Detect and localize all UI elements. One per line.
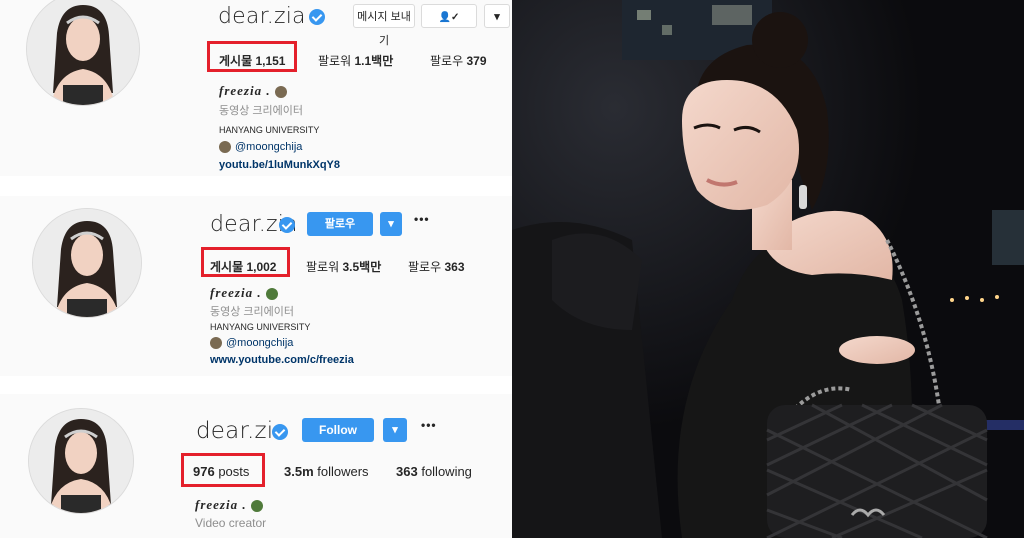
bio-role: Video creator [195,516,267,530]
profile-avatar[interactable] [32,208,142,318]
follow-button[interactable]: 팔로우 [307,212,373,236]
profile-panel-2: dear.zia 팔로우 ▾ ••• 게시물 1,002 팔로워 3.5백만 팔… [0,196,512,376]
message-button[interactable]: 메시지 보내기 [353,4,415,47]
portrait-photo [512,0,1024,538]
verified-badge-icon [272,424,288,440]
character-emoji-icon [250,500,263,513]
followers-count[interactable]: 팔로워 3.5백만 [306,258,381,275]
bio-school: HANYANG UNIVERSITY [210,322,311,332]
bio-school: HANYANG UNIVERSITY [219,125,320,135]
highlight-box [201,247,290,277]
bio-role: 동영상 크리에이터 [219,105,304,117]
profile-panel-3: dear.zia Follow ▾ ••• 976 posts 3.5m fol… [0,394,512,538]
follow-status-button[interactable]: 👤✓ [421,4,477,28]
more-options-icon[interactable]: ••• [421,418,437,432]
verified-badge-icon [279,217,295,233]
username: dear.zia [218,4,306,29]
following-count[interactable]: 팔로우 363 [408,258,465,275]
more-options-icon[interactable]: ••• [414,212,430,226]
highlight-box [207,41,297,72]
bio-name: freezia . [195,497,263,513]
profile-panel-1: dear.zia 메시지 보내기 👤✓ ▾ 게시물 1,151 팔로워 1.1백… [0,0,512,176]
profile-comparison-collage: dear.zia 메시지 보내기 👤✓ ▾ 게시물 1,151 팔로워 1.1백… [0,0,512,538]
bio-external-link[interactable]: youtu.be/1luMunkXqY8 [219,159,340,171]
profile-avatar[interactable] [26,0,140,106]
follow-button[interactable]: Follow [302,418,374,442]
character-emoji-icon [219,141,231,154]
suggested-dropdown-button[interactable]: ▾ [380,212,402,236]
bio-role: 동영상 크리에이터 [210,306,295,318]
panel-separator [0,176,512,196]
person-check-icon: 👤✓ [438,12,460,23]
bio-external-link[interactable]: www.youtube.com/c/freezia [210,354,354,366]
character-emoji-icon [274,86,287,99]
bio-name: freezia . [219,83,287,99]
panel-separator [0,376,512,394]
bio-tag-link[interactable]: @moongchija [210,337,293,350]
profile-avatar[interactable] [28,408,134,514]
highlight-box [181,453,265,487]
bio-name: freezia . [210,285,278,301]
following-count[interactable]: 팔로우 379 [430,52,487,69]
suggested-dropdown-button[interactable]: ▾ [383,418,407,442]
character-emoji-icon [210,337,222,350]
car-night-portrait-image [512,0,1024,538]
suggested-dropdown-button[interactable]: ▾ [484,4,510,28]
followers-count[interactable]: 팔로워 1.1백만 [318,52,393,69]
followers-count[interactable]: 3.5m followers [284,464,369,479]
following-count[interactable]: 363 following [396,464,472,479]
character-emoji-icon [265,288,278,301]
bio-tag-link[interactable]: @moongchija [219,141,302,154]
verified-badge-icon [309,9,325,25]
